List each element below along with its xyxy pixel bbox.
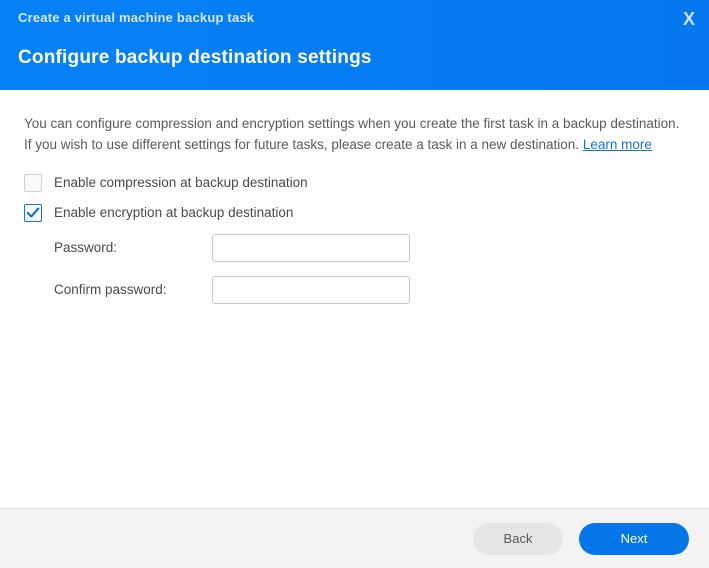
description-body: You can configure compression and encryp… (24, 116, 679, 152)
encryption-checkbox[interactable] (24, 204, 42, 222)
learn-more-link[interactable]: Learn more (583, 137, 652, 152)
password-row: Password: (54, 234, 685, 262)
compression-checkbox[interactable] (24, 174, 42, 192)
next-button[interactable]: Next (579, 523, 689, 555)
content-area: You can configure compression and encryp… (0, 90, 709, 508)
password-label: Password: (54, 240, 212, 255)
wizard-top-title: Create a virtual machine backup task (18, 10, 691, 25)
encryption-option-row: Enable encryption at backup destination (24, 204, 685, 222)
wizard-footer: Back Next (0, 508, 709, 568)
confirm-password-label: Confirm password: (54, 282, 212, 297)
compression-option-row: Enable compression at backup destination (24, 174, 685, 192)
description-text: You can configure compression and encryp… (24, 114, 685, 156)
wizard-header: Create a virtual machine backup task Con… (0, 0, 709, 90)
page-title: Configure backup destination settings (18, 47, 691, 69)
encryption-form: Password: Confirm password: (54, 234, 685, 304)
confirm-password-field[interactable] (212, 276, 410, 304)
close-icon[interactable]: X (683, 10, 695, 28)
compression-label[interactable]: Enable compression at backup destination (54, 175, 308, 190)
password-field[interactable] (212, 234, 410, 262)
back-button[interactable]: Back (473, 523, 563, 555)
confirm-password-row: Confirm password: (54, 276, 685, 304)
encryption-label[interactable]: Enable encryption at backup destination (54, 205, 293, 220)
